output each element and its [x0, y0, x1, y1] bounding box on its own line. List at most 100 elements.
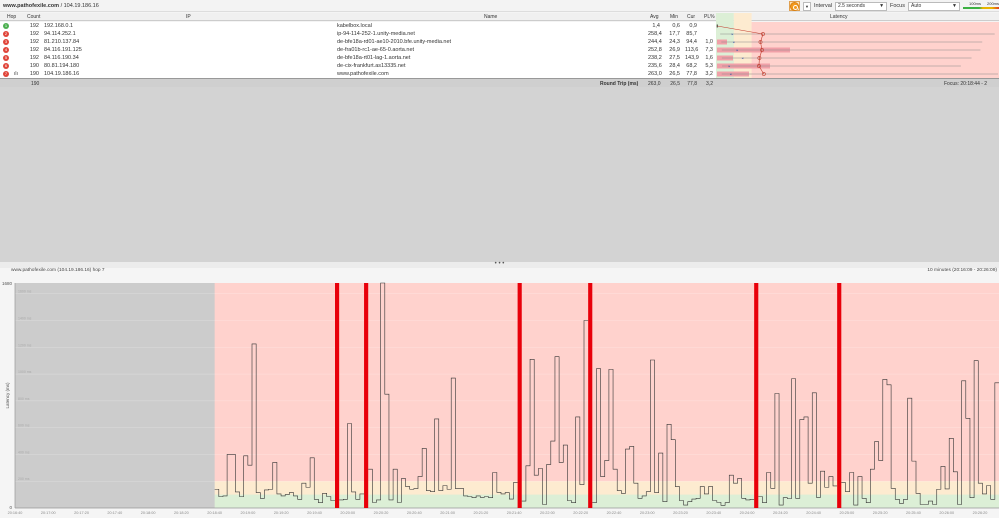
x-tick-label: 20:21:20 — [473, 511, 488, 515]
hop-status-icon: 7 — [3, 71, 9, 77]
col-ip[interactable]: IP — [186, 14, 191, 20]
x-tick-label: 20:24:20 — [773, 511, 788, 515]
hop-name: de-cix-frankfurt.as13335.net — [337, 63, 406, 69]
y-min-label: 0 — [9, 505, 12, 510]
alert-icon — [789, 1, 799, 11]
hop-cur: 85,7 — [686, 31, 697, 37]
breadcrumb-host[interactable]: www.pathofexile.com — [3, 3, 59, 9]
breadcrumb-ip: 104.19.186.16 — [63, 3, 99, 9]
interval-label: Interval — [813, 3, 833, 9]
hop-count: 192 — [29, 47, 39, 53]
hop-min: 0,6 — [672, 23, 680, 29]
x-tick-label: 20:20:00 — [340, 511, 355, 515]
col-hop[interactable]: Hop — [7, 14, 16, 20]
col-name[interactable]: Name — [484, 14, 497, 20]
hop-count: 192 — [29, 31, 39, 37]
hop-count: 192 — [29, 23, 39, 29]
toolbar: www.pathofexile.com / 104.19.186.16 ▼ In… — [0, 0, 999, 12]
hop-avg: 1,4 — [652, 23, 660, 29]
latency-color-legend[interactable]: 100ms 200ms — [963, 1, 999, 11]
col-min[interactable]: Min — [670, 14, 678, 20]
hop-min: 17,7 — [669, 31, 680, 37]
focus-select[interactable]: Auto ▼ — [908, 1, 960, 11]
hop-pl: 3,2 — [705, 71, 713, 77]
hop-min: 24,3 — [669, 39, 680, 45]
y-axis-label: Latency (ms) — [5, 382, 10, 409]
focus-value: Auto — [911, 3, 922, 9]
hop-ip: 80.81.194.180 — [44, 63, 80, 69]
x-tick-label: 20:22:00 — [540, 511, 555, 515]
gridline-label: 800 ms — [18, 397, 30, 401]
hop-cur: 143,9 — [685, 55, 699, 61]
latency-timeline-chart[interactable]: 1600 ms 1400 ms 1200 ms 1000 ms 800 ms 600 ms… — [0, 268, 999, 518]
x-tick-label: 20:22:40 — [607, 511, 622, 515]
x-tick-label: 20:24:40 — [806, 511, 821, 515]
hop-status-icon: 4 — [3, 47, 9, 53]
alert-button[interactable] — [788, 1, 800, 11]
packet-loss-marker — [588, 283, 593, 508]
alert-dropdown[interactable]: ▼ — [802, 1, 811, 11]
x-tick-label: 20:20:20 — [374, 511, 389, 515]
hop-avg: 238,2 — [648, 55, 662, 61]
gridline-label: 600 ms — [18, 424, 30, 428]
hop-count: 192 — [29, 55, 39, 61]
col-avg[interactable]: Avg — [650, 14, 659, 20]
legend-color-bar — [963, 7, 999, 9]
hop-ip: 192.168.0.1 — [44, 23, 74, 29]
gridline-label: 1200 ms — [18, 343, 32, 347]
hop-ip: 94.114.252.1 — [44, 31, 76, 37]
hop-name: ip-94-114-252-1.unity-media.net — [337, 31, 415, 37]
latency-warn-zone — [733, 13, 752, 22]
x-tick-label: 20:19:40 — [307, 511, 322, 515]
x-tick-label: 20:17:40 — [107, 511, 122, 515]
x-tick-label: 20:21:00 — [440, 511, 455, 515]
x-tick-label: 20:19:20 — [274, 511, 289, 515]
x-tick-label: 20:18:00 — [141, 511, 156, 515]
chevron-down-icon: ▼ — [879, 3, 885, 9]
x-tick-label: 20:16:40 — [8, 511, 23, 515]
col-count[interactable]: Count — [27, 14, 40, 20]
hop-pl: 1,0 — [705, 39, 713, 45]
x-tick-label: 20:18:20 — [174, 511, 189, 515]
hop-cur: 68,2 — [686, 63, 697, 69]
hop-status-icon: 3 — [3, 39, 9, 45]
bar-graph-icon[interactable]: ılı — [14, 71, 18, 77]
hop-avg: 235,6 — [648, 63, 662, 69]
hop-cur: 77,8 — [686, 71, 697, 77]
x-tick-label: 20:24:00 — [740, 511, 755, 515]
col-cur[interactable]: Cur — [687, 14, 695, 20]
x-tick-label: 20:20:40 — [407, 511, 422, 515]
hop-min: 26,5 — [669, 71, 680, 77]
interval-value: 2.5 seconds — [838, 3, 865, 9]
hop-avg: 252,8 — [648, 47, 662, 53]
gridline-label: 1600 ms — [18, 290, 32, 294]
latency-mini-graph: ×××××× — [716, 13, 999, 78]
hop-avg: 258,4 — [648, 31, 662, 37]
col-pl[interactable]: PL% — [704, 14, 715, 20]
x-tick-label: 20:23:20 — [673, 511, 688, 515]
interval-select[interactable]: 2.5 seconds ▼ — [835, 1, 888, 11]
hop-name: www.pathofexile.com — [337, 71, 389, 77]
hop-count: 190 — [29, 63, 39, 69]
x-tick-label: 20:19:00 — [241, 511, 256, 515]
x-tick-label: 20:17:20 — [74, 511, 89, 515]
hop-min: 27,5 — [669, 55, 680, 61]
hop-ip: 104.19.186.16 — [44, 71, 80, 77]
x-tick-label: 20:17:00 — [41, 511, 56, 515]
hop-name: de-bfe18a-rt01-lag-1.aorta.net — [337, 55, 411, 61]
chevron-down-icon: ▼ — [804, 3, 809, 9]
hop-status-icon: 1 — [3, 23, 9, 29]
x-tick-label: 20:21:40 — [507, 511, 522, 515]
hop-pl: 1,6 — [705, 55, 713, 61]
gridline-label: 200 ms — [18, 477, 30, 481]
y-max-label: 1680 — [2, 281, 13, 286]
hop-status-icon: 6 — [3, 63, 9, 69]
breadcrumb-separator: / — [60, 3, 63, 9]
breadcrumb: www.pathofexile.com / 104.19.186.16 — [3, 3, 99, 9]
hop-pl: 5,3 — [705, 63, 713, 69]
hop-min: 28,4 — [669, 63, 680, 69]
hop-cur: 113,6 — [685, 47, 699, 53]
gridline-label: 400 ms — [18, 450, 30, 454]
empty-panel — [0, 87, 999, 262]
hop-count: 192 — [29, 39, 39, 45]
